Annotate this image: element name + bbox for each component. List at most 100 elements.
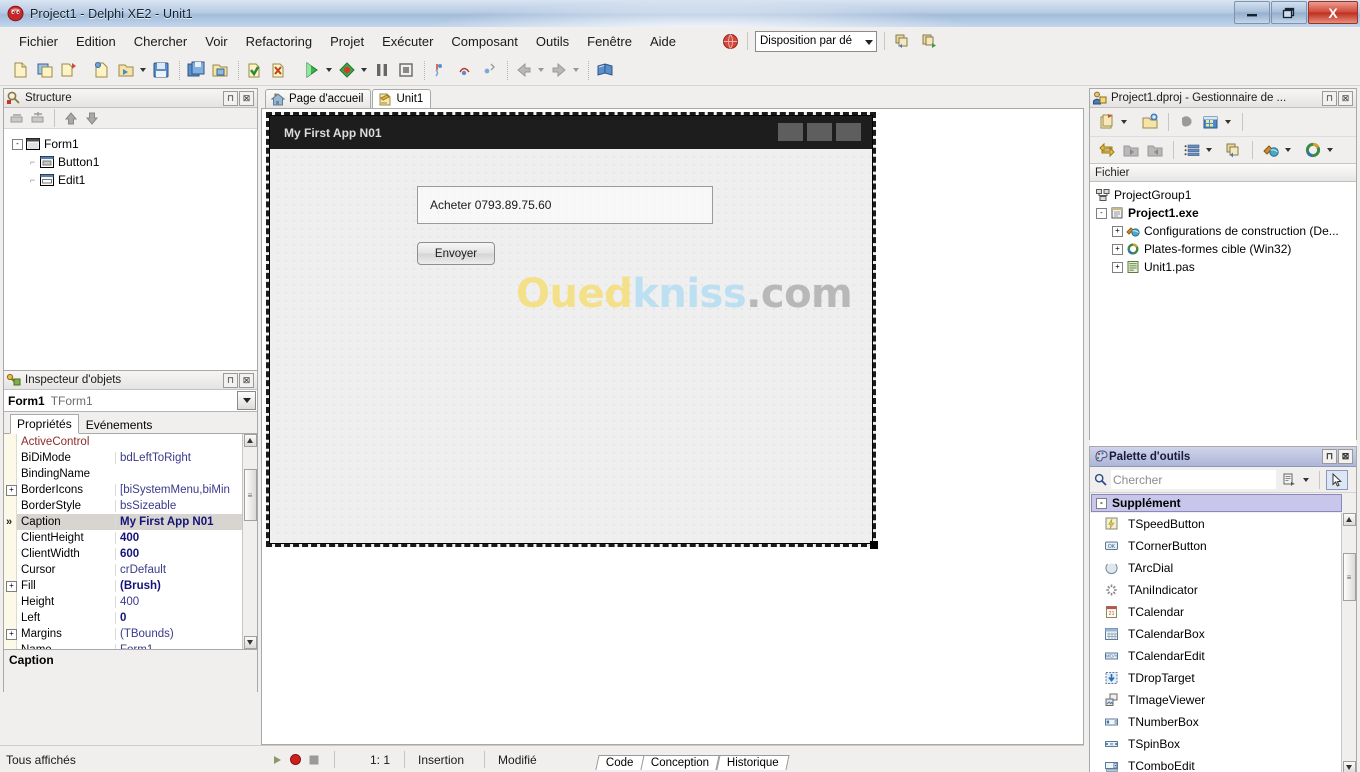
structure-pin-button[interactable]: ⊓	[223, 90, 238, 106]
palette-item-tspeedbutton[interactable]: TSpeedButton	[1090, 513, 1356, 535]
help-icon[interactable]	[594, 59, 616, 81]
pointer-icon[interactable]	[1326, 469, 1348, 490]
step-over-icon[interactable]	[454, 59, 476, 81]
flat-view-icon[interactable]	[1223, 140, 1245, 160]
add-to-project-icon[interactable]	[244, 59, 266, 81]
property-value[interactable]: Form1	[115, 644, 242, 649]
new-project-dropdown-icon[interactable]	[1121, 120, 1127, 124]
menu-executer[interactable]: Exécuter	[373, 31, 442, 52]
menu-refactoring[interactable]: Refactoring	[237, 31, 321, 52]
tree-expander[interactable]: -	[12, 138, 23, 150]
project-tree-item-platforms[interactable]: + Plates-formes cible (Win32)	[1090, 240, 1356, 258]
layout-combo[interactable]: Disposition par dé	[755, 30, 877, 52]
open-folder-dropdown-icon[interactable]	[140, 68, 146, 72]
project-tree-item-build-configs[interactable]: + Configurations de construction (De...	[1090, 222, 1356, 240]
project-tree-expander[interactable]: +	[1112, 243, 1123, 255]
palette-scrollbar-thumb[interactable]: ≡	[1342, 553, 1356, 601]
save-all-icon[interactable]	[185, 59, 207, 81]
property-grid-scrollbar[interactable]: ≡	[242, 434, 257, 649]
menu-aide[interactable]: Aide	[641, 31, 685, 52]
save-icon[interactable]	[150, 59, 172, 81]
stop-icon[interactable]	[308, 754, 320, 766]
forward-nav-dropdown-icon[interactable]	[573, 68, 579, 72]
project-tree-expander[interactable]: -	[1096, 207, 1107, 219]
property-row[interactable]: Height 400	[17, 594, 242, 610]
property-row[interactable]: + Fill (Brush)	[6, 578, 242, 594]
property-expander[interactable]: +	[6, 628, 17, 640]
add-existing-icon[interactable]	[1139, 111, 1161, 133]
project-manager-close-button[interactable]: ⊠	[1338, 90, 1353, 106]
activate-icon[interactable]	[1096, 140, 1118, 160]
menu-composant[interactable]: Composant	[442, 31, 526, 52]
tab-evenements[interactable]: Evénements	[79, 415, 160, 434]
open-project-icon[interactable]	[58, 59, 80, 81]
property-row[interactable]: Name Form1	[17, 642, 242, 649]
palette-group-expander[interactable]: -	[1096, 497, 1107, 509]
palette-item-tdroptarget[interactable]: TDropTarget	[1090, 667, 1356, 689]
close-button[interactable]: X	[1308, 1, 1358, 24]
palette-item-tcomboedit[interactable]: TComboEdit	[1090, 755, 1356, 772]
run-without-debug-icon[interactable]	[336, 59, 358, 81]
menu-voir[interactable]: Voir	[196, 31, 236, 52]
tab-conception[interactable]: Conception	[640, 754, 721, 770]
object-selector-combo[interactable]: Form1 TForm1	[4, 390, 257, 412]
sort-icon[interactable]	[1181, 140, 1203, 160]
design-form-client-area[interactable]: Acheter 0793.89.75.60 Envoyer Ouedkniss.…	[271, 150, 871, 542]
property-expander[interactable]: +	[6, 580, 17, 592]
menu-fichier[interactable]: Fichier	[10, 31, 67, 52]
project-manager-column-header[interactable]: Fichier	[1090, 164, 1356, 182]
property-value[interactable]: 600	[115, 548, 242, 560]
search-input[interactable]: Chercher	[1111, 470, 1276, 489]
palette-scroll-down-button[interactable]	[1342, 761, 1356, 772]
property-row[interactable]: ClientWidth 600	[17, 546, 242, 562]
tree-item-button1[interactable]: ⌐ Button1	[10, 153, 257, 171]
build-dropdown-icon[interactable]	[1225, 120, 1231, 124]
record-icon[interactable]	[289, 753, 302, 766]
design-edit1[interactable]: Acheter 0793.89.75.60	[417, 186, 713, 224]
tree-item-form1[interactable]: - Form1	[10, 135, 257, 153]
open-file-icon[interactable]	[34, 59, 56, 81]
pause-icon[interactable]	[371, 59, 393, 81]
new-item-icon[interactable]	[91, 59, 113, 81]
menu-edition[interactable]: Edition	[67, 31, 125, 52]
property-value[interactable]: bdLeftToRight	[115, 452, 242, 464]
tab-unit1[interactable]: Unit1	[372, 89, 432, 108]
add-file-icon[interactable]	[1120, 140, 1142, 160]
build-icon[interactable]	[1200, 111, 1222, 133]
run-dropdown-icon[interactable]	[326, 68, 332, 72]
palette-item-tnumberbox[interactable]: TNumberBox	[1090, 711, 1356, 733]
palette-item-tcalendaredit[interactable]: M/D/Y TCalendarEdit	[1090, 645, 1356, 667]
form-resize-grip[interactable]	[870, 541, 878, 549]
platform-dropdown-icon[interactable]	[1327, 148, 1333, 152]
run-without-debug-dropdown-icon[interactable]	[361, 68, 367, 72]
inspector-close-button[interactable]: ⊠	[239, 372, 254, 388]
move-up-icon[interactable]	[62, 110, 80, 126]
play-icon[interactable]	[271, 754, 283, 766]
palette-item-tarcdial[interactable]: TArcDial	[1090, 557, 1356, 579]
tree-item-edit1[interactable]: ⌐ Edit1	[10, 171, 257, 189]
save-layout-icon[interactable]	[892, 31, 912, 51]
tool-palette-close-button[interactable]: ⊠	[1338, 449, 1353, 464]
property-row-caption[interactable]: » Caption My First App N01	[6, 514, 242, 530]
palette-item-tcalendarbox[interactable]: TCalendarBox	[1090, 623, 1356, 645]
program-reset-icon[interactable]	[395, 59, 417, 81]
maximize-button[interactable]	[1271, 1, 1307, 24]
property-value[interactable]: crDefault	[115, 564, 242, 576]
menu-chercher[interactable]: Chercher	[125, 31, 196, 52]
property-row[interactable]: Cursor crDefault	[17, 562, 242, 578]
design-maximize-box[interactable]	[807, 123, 832, 141]
palette-scroll-up-button[interactable]	[1342, 513, 1356, 526]
tool-palette-pin-button[interactable]: ⊓	[1322, 449, 1337, 464]
design-minimize-box[interactable]	[778, 123, 803, 141]
property-row[interactable]: ActiveControl	[17, 434, 242, 450]
expand-all-icon[interactable]	[29, 110, 47, 126]
welcome-globe-icon[interactable]	[720, 31, 740, 51]
menu-outils[interactable]: Outils	[527, 31, 578, 52]
property-row[interactable]: + Margins (TBounds)	[6, 626, 242, 642]
minimize-button[interactable]	[1234, 1, 1270, 24]
remove-from-project-icon[interactable]	[268, 59, 290, 81]
back-nav-icon[interactable]	[513, 59, 535, 81]
tab-historique[interactable]: Historique	[716, 754, 790, 770]
property-row[interactable]: ClientHeight 400	[17, 530, 242, 546]
project-tree-expander[interactable]: +	[1112, 261, 1123, 273]
